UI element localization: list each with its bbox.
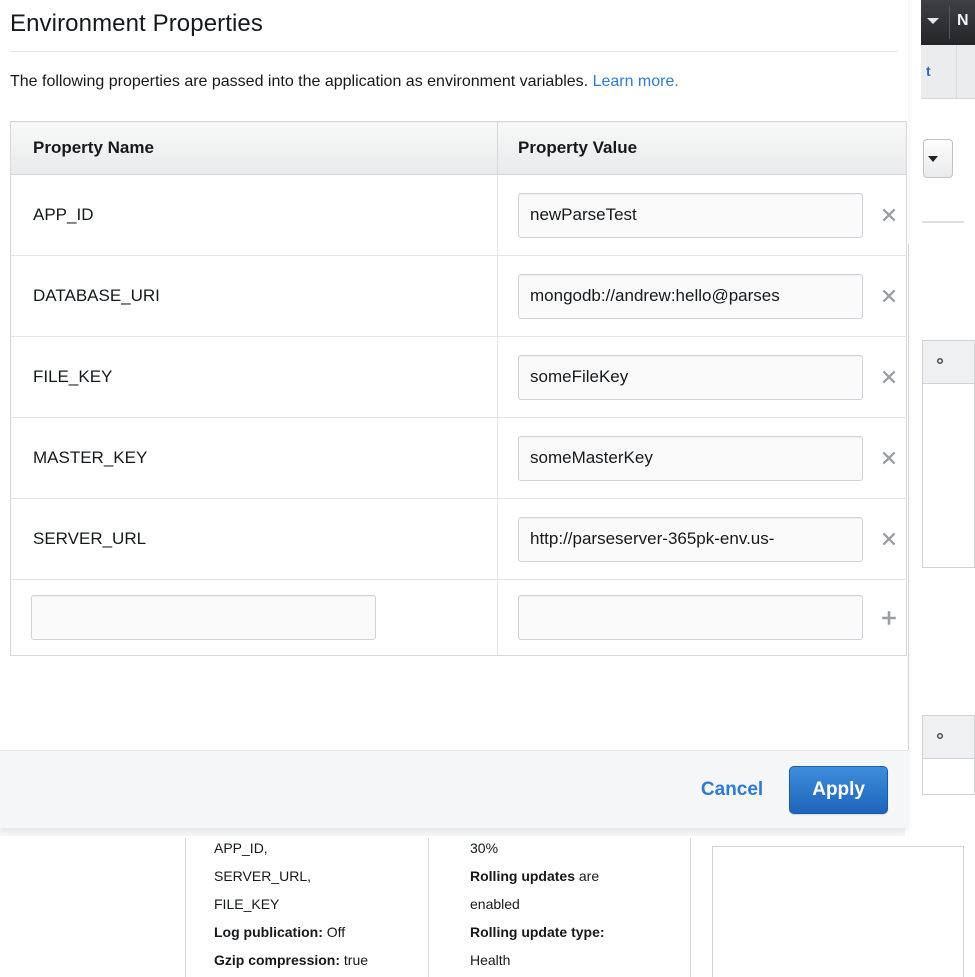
page-title: Environment Properties [10,10,263,37]
table-row: MASTER_KEY [10,417,907,499]
table-row-new [10,579,907,656]
dashboard-text-line: 30% [470,840,499,856]
dashboard-stat-rolling-update-type: Rolling update type: [470,918,680,946]
property-value-cell [497,417,907,499]
table-body: APP_ID DATABASE_URI [10,174,907,656]
property-name-cell: DATABASE_URI [10,255,498,337]
table-row: APP_ID [11,174,907,256]
column-divider [185,838,186,977]
column-header-property-value: Property Value [497,121,907,175]
stat-value: Off [322,924,346,940]
table-row: DATABASE_URI [10,255,907,337]
dashboard-stat-log-publication: Log publication: Off [214,918,414,946]
panel-bottom-strip [0,828,905,836]
title-divider [10,51,898,52]
dashboard-stat-gzip-compression: Gzip compression: true [214,946,414,974]
description-text: The following properties are passed into… [10,73,593,90]
dialog-footer: Cancel Apply [0,750,908,828]
dashboard-bottom-area: APP_ID, SERVER_URL, FILE_KEY Log publica… [0,828,975,977]
dashboard-column-configuration: APP_ID, SERVER_URL, FILE_KEY Log publica… [214,834,414,974]
gear-icon[interactable] [931,352,949,370]
table-header: Property Name Property Value [10,121,907,175]
property-value-cell [497,336,907,418]
column-divider [690,838,691,977]
stat-label: Rolling update type: [470,924,605,940]
dialog-description: The following properties are passed into… [10,67,890,97]
dashboard-text-line: enabled [470,896,520,912]
plus-icon[interactable] [875,604,903,632]
dashboard-text-line: SERVER_URL, [214,868,312,884]
property-value-input[interactable] [518,273,863,319]
column-header-property-name: Property Name [10,121,498,175]
property-value-input[interactable] [518,435,863,481]
dashboard-text-line: APP_ID, [214,840,268,856]
panel-fragment-upper [922,340,975,568]
property-value-cell [497,174,907,256]
panel-header [923,341,974,384]
table-row: SERVER_URL [10,498,907,580]
secondary-bar-link[interactable]: t [926,63,931,79]
environment-properties-dialog: Environment Properties The following pro… [0,0,908,828]
property-value-input[interactable] [518,516,863,562]
stat-label: Rolling updates [470,868,575,884]
dashboard-stat-rolling-updates: Rolling updates are [470,862,680,890]
property-name-cell: APP_ID [33,205,94,224]
property-name-cell: MASTER_KEY [10,417,498,499]
chevron-down-icon[interactable] [928,156,938,162]
stat-label: Log publication: [214,924,323,940]
nav-divider [949,6,950,39]
environment-properties-table: Property Name Property Value APP_ID newP… [10,121,907,656]
dashboard-column-rolling-updates: 30% Rolling updates are enabled Rolling … [470,834,680,974]
dashboard-text-line: Health [470,952,511,968]
stat-value: true [340,952,369,968]
screen-root: N t APP_ID, SERVER_URL, FILE_KEY Log pub… [0,0,975,977]
close-icon[interactable] [875,282,903,310]
nav-menu-label[interactable]: N [957,12,969,30]
table-row: FILE_KEY [10,336,907,418]
new-property-value-input[interactable] [518,595,863,640]
panel-header [923,716,974,759]
dialog-body: Environment Properties The following pro… [0,0,908,750]
divider [922,221,964,223]
close-icon[interactable] [875,363,903,391]
learn-more-link[interactable]: Learn more. [593,73,679,90]
stat-value: are [575,868,600,884]
property-name-cell: SERVER_URL [10,498,498,580]
cancel-button[interactable]: Cancel [693,773,771,807]
apply-button[interactable]: Apply [789,765,888,814]
property-name-cell: FILE_KEY [10,336,498,418]
property-value-input[interactable] [518,354,863,400]
property-value-input[interactable] [518,192,863,238]
gear-icon[interactable] [931,727,949,745]
content-edge-divider [908,244,909,750]
table-header-row: Property Name Property Value [10,121,907,175]
column-divider [428,838,429,977]
new-property-name-cell [10,579,498,656]
property-value-cell [497,255,907,337]
right-panel-box [712,846,964,977]
close-icon[interactable] [875,444,903,472]
secondary-bar-divider [956,45,957,98]
dashboard-text-line: FILE_KEY [214,896,280,912]
new-property-value-cell [497,579,907,656]
chevron-down-icon[interactable] [927,18,939,24]
stat-label: Gzip compression: [214,952,341,968]
new-property-name-input[interactable] [31,595,376,640]
property-value-cell [497,498,907,580]
close-icon[interactable] [875,525,903,553]
panel-fragment-lower [922,715,975,795]
close-icon[interactable] [875,201,903,229]
